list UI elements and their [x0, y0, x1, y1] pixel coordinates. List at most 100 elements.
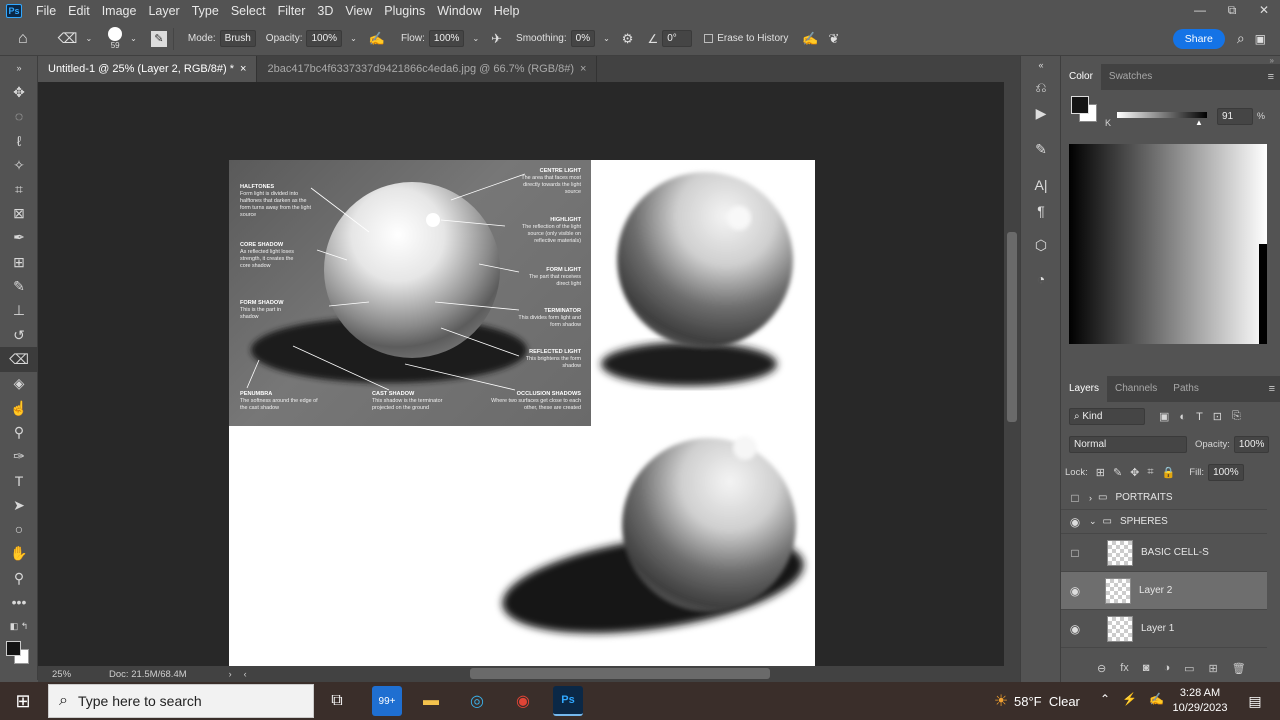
adjustments-icon[interactable]: ◔ [1021, 266, 1061, 292]
magic-wand-tool-icon[interactable]: ✧ [0, 153, 38, 177]
panel-menu-icon[interactable]: ≡ [1268, 71, 1280, 83]
document-canvas[interactable]: HALFTONES Form light is divided into half… [229, 160, 815, 666]
frame-tool-icon[interactable]: ⊠ [0, 201, 38, 225]
zoom-level[interactable]: 25% [52, 669, 71, 680]
tab-paths[interactable]: Paths [1165, 376, 1207, 402]
eye-icon[interactable]: ◉ [1061, 622, 1089, 636]
mode-select[interactable]: Brush [219, 30, 256, 47]
more-tools-icon[interactable]: ••• [0, 590, 38, 614]
adjustment-layer-icon[interactable]: ◑ [1163, 662, 1170, 675]
panel-menu-icon[interactable]: ≡ [1269, 383, 1280, 395]
lock-all-icon[interactable]: 🔒 [1162, 466, 1176, 479]
menu-3d[interactable]: 3D [311, 4, 339, 18]
visibility-off-icon[interactable]: □ [1061, 546, 1089, 560]
windows-start-icon[interactable]: ⊞ [8, 686, 38, 716]
photoshop-logo[interactable]: Ps [6, 4, 22, 18]
brush-tool-icon[interactable]: ✎ [0, 274, 38, 298]
dodge-tool-icon[interactable]: ⚲ [0, 420, 38, 444]
chevron-down-icon[interactable]: ⌄ [1089, 516, 1097, 527]
airbrush-icon[interactable]: ✈ [491, 31, 502, 47]
layer-basic-cell-s[interactable]: □ BASIC CELL-S [1061, 534, 1267, 572]
scroll-thumb[interactable] [1007, 232, 1017, 422]
chevron-down-icon[interactable]: ⌄ [85, 34, 92, 43]
mask-icon[interactable]: ◙ [1143, 662, 1150, 675]
k-value-input[interactable]: 91 [1217, 108, 1253, 125]
color-ramp[interactable] [1069, 144, 1267, 344]
lock-image-icon[interactable]: ✎ [1113, 466, 1122, 479]
menu-layer[interactable]: Layer [142, 4, 185, 18]
lock-artboard-icon[interactable]: ⌗ [1147, 466, 1153, 479]
ellipse-tool-icon[interactable]: ○ [0, 517, 38, 541]
layer-group-spheres[interactable]: ◉ ⌄ ▭ SPHERES [1061, 510, 1267, 534]
healing-tool-icon[interactable]: ⊞ [0, 250, 38, 274]
menu-plugins[interactable]: Plugins [378, 4, 431, 18]
pressure-opacity-icon[interactable]: ✍ [369, 31, 385, 47]
weather-text[interactable]: 58°F Clear [1014, 694, 1080, 709]
visibility-off-icon[interactable]: □ [1061, 491, 1089, 505]
slider-handle-icon[interactable]: ▲ [1195, 118, 1203, 127]
eye-icon[interactable]: ◉ [1061, 515, 1089, 529]
share-button[interactable]: Share [1172, 28, 1225, 49]
chevron-right-icon[interactable]: › [1089, 493, 1092, 503]
swap-colors-icon[interactable]: ◧ ↰ [0, 615, 38, 639]
layer-layer-1[interactable]: ◉ Layer 1 [1061, 610, 1267, 648]
type-tool-icon[interactable]: T [0, 469, 38, 493]
blend-mode-select[interactable]: Normal [1069, 436, 1187, 453]
brush-preset-picker[interactable]: 59 [108, 27, 123, 50]
search-icon[interactable]: ⌕ [1237, 30, 1245, 47]
minimize-button[interactable]: — [1184, 0, 1216, 22]
edge-icon[interactable]: ◎ [462, 686, 492, 716]
smudge-tool-icon[interactable]: ☝ [0, 396, 38, 420]
chevron-left-icon[interactable]: ‹ [244, 669, 247, 679]
tab-channels[interactable]: Channels [1107, 376, 1165, 402]
new-layer-icon[interactable]: ⊞ [1209, 662, 1218, 675]
chevron-down-icon[interactable]: ⌄ [603, 34, 610, 43]
eraser-tool-icon[interactable]: ⌫ [0, 347, 38, 372]
history-brush-tool-icon[interactable]: ↺ [0, 323, 38, 347]
link-layers-icon[interactable]: ⊖ [1097, 662, 1106, 675]
zoom-tool-icon[interactable]: ⚲ [0, 566, 38, 590]
weather-icon[interactable]: ☀ [986, 686, 1016, 716]
flow-input[interactable]: 100% [428, 30, 465, 47]
restore-button[interactable]: ⧉ [1216, 0, 1248, 22]
character-panel-icon[interactable]: A| [1021, 172, 1061, 198]
file-explorer-icon[interactable]: ▬ [416, 686, 446, 716]
path-selection-tool-icon[interactable]: ➤ [0, 493, 38, 517]
task-view-icon[interactable]: ⧉ [322, 686, 352, 716]
news-icon[interactable]: 99+ [372, 686, 402, 716]
close-button[interactable]: ✕ [1248, 0, 1280, 22]
lock-position-icon[interactable]: ✥ [1130, 466, 1139, 479]
smoothing-input[interactable]: 0% [570, 30, 596, 47]
canvas-area[interactable]: HALFTONES Form light is divided into half… [38, 82, 1004, 666]
lasso-tool-icon[interactable]: ℓ [0, 129, 38, 153]
eyedropper-tool-icon[interactable]: ✒ [0, 226, 38, 250]
network-icon[interactable]: ⚡ [1122, 692, 1137, 706]
close-icon[interactable]: × [240, 63, 246, 75]
tab-layers[interactable]: Layers [1061, 376, 1108, 402]
fx-icon[interactable]: fx [1120, 662, 1129, 675]
type-filter-icon[interactable]: T [1196, 411, 1203, 423]
menu-help[interactable]: Help [488, 4, 526, 18]
chevron-down-icon[interactable]: ⌄ [472, 34, 479, 43]
eraser-icon[interactable]: ⌫ [58, 30, 78, 47]
chevron-down-icon[interactable]: ⌄ [130, 34, 137, 43]
symmetry-icon[interactable]: ❦ [829, 31, 840, 47]
3d-panel-icon[interactable]: ⬡ [1021, 232, 1061, 258]
color-swatches[interactable] [0, 639, 37, 669]
menu-file[interactable]: File [30, 4, 62, 18]
k-slider[interactable] [1117, 112, 1207, 118]
horizontal-scrollbar[interactable] [470, 668, 770, 679]
chevron-down-icon[interactable]: ⌄ [350, 34, 357, 43]
trash-icon[interactable]: 🗑 [1232, 662, 1246, 675]
play-actions-icon[interactable]: ▶ [1021, 100, 1061, 126]
menu-view[interactable]: View [339, 4, 378, 18]
layer-group-portraits[interactable]: □ › ▭ PORTRAITS [1061, 486, 1267, 510]
marquee-tool-icon[interactable]: ◌ [0, 104, 38, 128]
menu-edit[interactable]: Edit [62, 4, 96, 18]
layer-layer-2[interactable]: ◉ Layer 2 [1061, 572, 1267, 610]
notifications-icon[interactable]: ▤ [1240, 686, 1270, 716]
history-icon[interactable]: ⎌ [1021, 74, 1061, 100]
smart-object-filter-icon[interactable]: ⎘ [1232, 410, 1241, 423]
expand-icon[interactable]: « [1021, 56, 1061, 74]
gear-icon[interactable]: ⚙ [622, 31, 634, 47]
